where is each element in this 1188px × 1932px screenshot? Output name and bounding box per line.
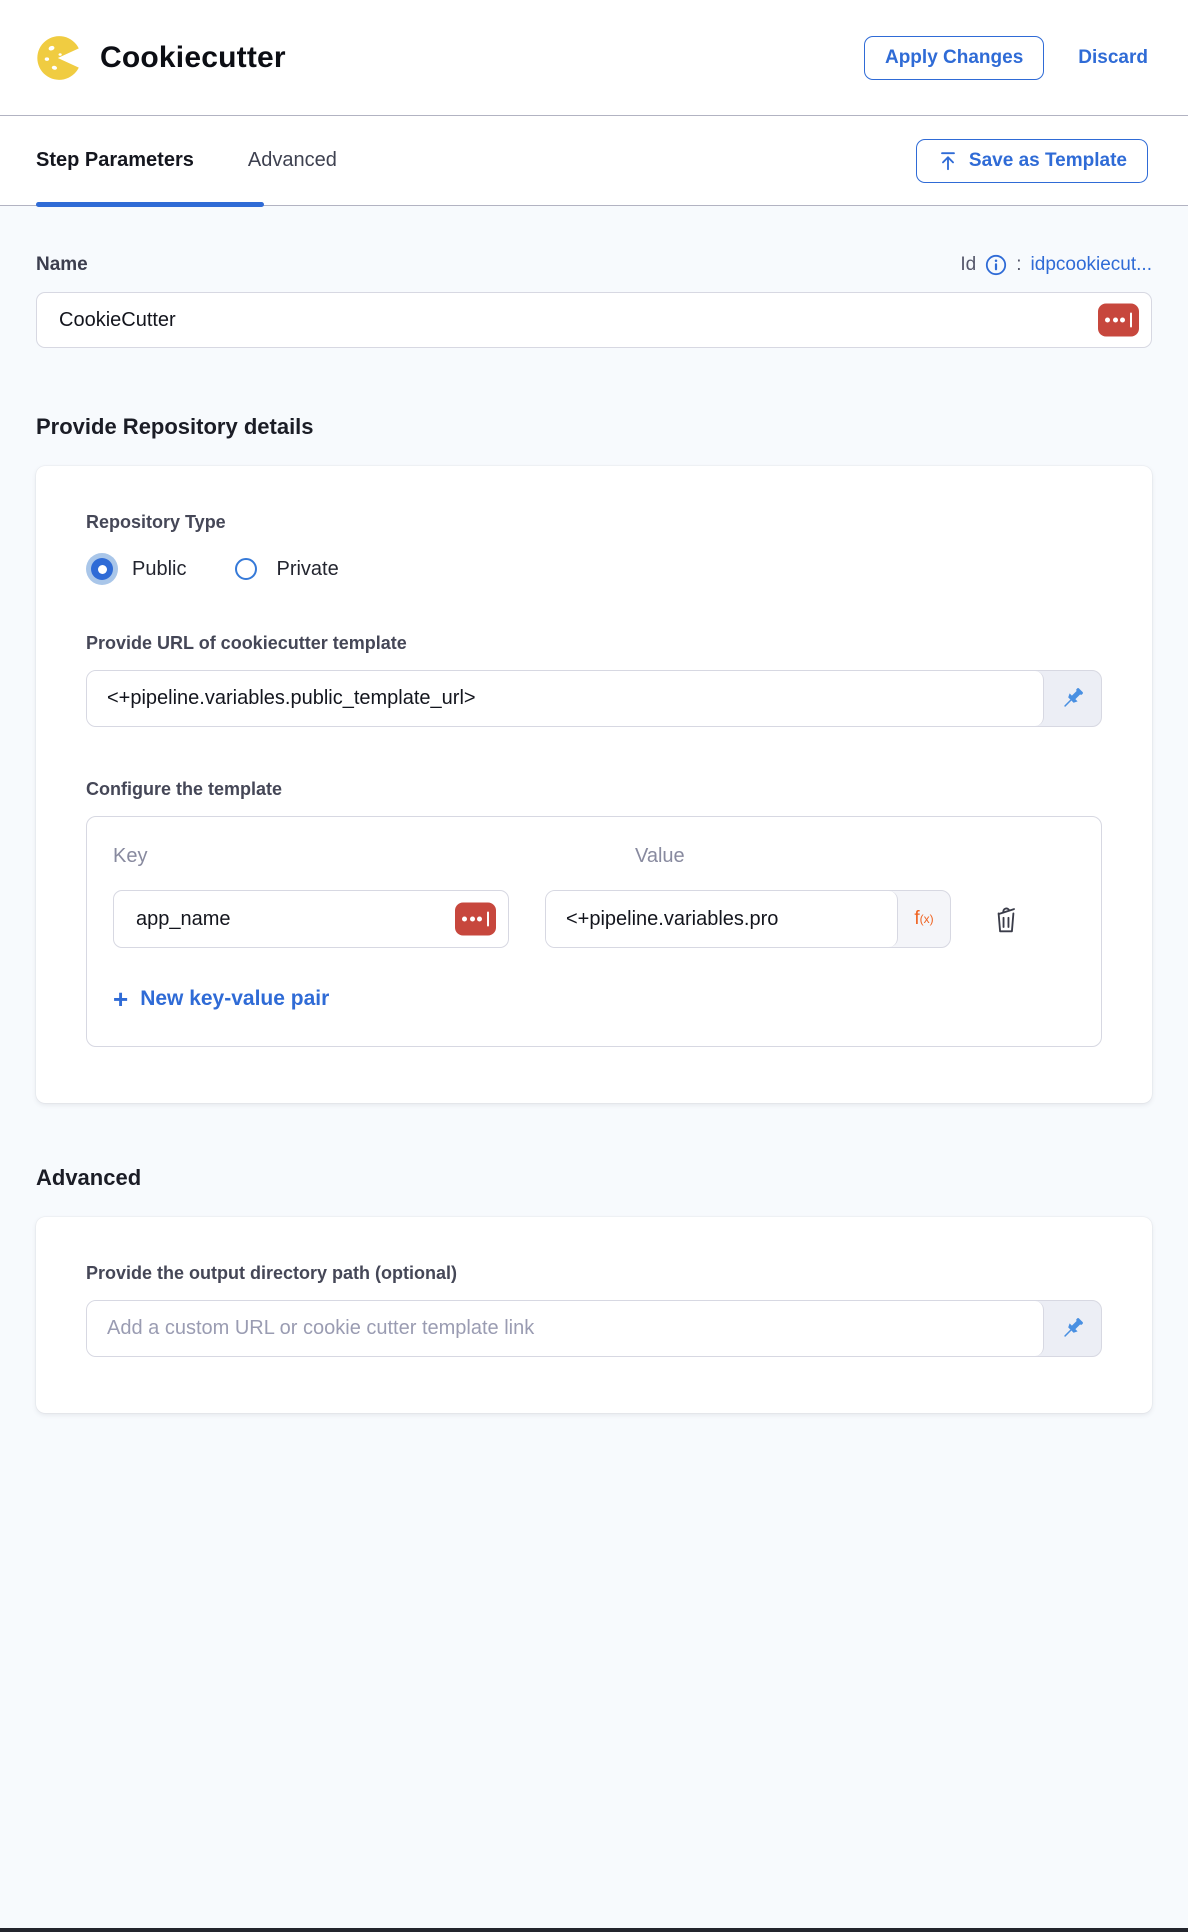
id-value-link[interactable]: idpcookiecut...	[1031, 254, 1152, 276]
pin-icon[interactable]	[1044, 1301, 1101, 1356]
configure-template-label: Configure the template	[86, 779, 1102, 800]
active-tab-indicator	[36, 202, 264, 207]
radio-private[interactable]: Private	[230, 553, 338, 585]
radio-selected-icon	[91, 558, 113, 580]
radio-unselected-icon	[235, 558, 257, 580]
page-title: Cookiecutter	[100, 41, 286, 75]
pin-icon[interactable]	[1044, 671, 1101, 726]
add-key-value-label: New key-value pair	[140, 987, 329, 1011]
apply-changes-label: Apply Changes	[885, 47, 1023, 69]
fx-sub: (x)	[920, 912, 934, 926]
output-directory-input[interactable]	[107, 1317, 1023, 1340]
advanced-card: Provide the output directory path (optio…	[36, 1217, 1152, 1413]
value-input-group: f(x)	[545, 890, 951, 948]
expression-fx-icon[interactable]: f(x)	[898, 891, 950, 947]
add-key-value-button[interactable]: + New key-value pair	[113, 986, 1075, 1012]
step-tabs-bar: Step Parameters Advanced Save as Templat…	[0, 116, 1188, 206]
template-url-field-wrap	[87, 671, 1044, 726]
upload-icon	[937, 150, 959, 172]
key-value-table: Key Value f(x)	[86, 816, 1102, 1047]
id-colon: :	[1016, 254, 1021, 276]
step-config-header: Cookiecutter Apply Changes Discard	[0, 0, 1188, 116]
tab-step-parameters[interactable]: Step Parameters	[36, 149, 194, 172]
trash-icon	[991, 903, 1021, 935]
repository-details-heading: Provide Repository details	[36, 414, 1152, 440]
key-input-wrap	[113, 890, 509, 948]
template-url-input[interactable]	[107, 687, 1023, 710]
step-parameters-panel: Name Id : idpcookiecut... Provide Reposi…	[0, 254, 1188, 1413]
cookiecutter-logo-icon	[36, 35, 82, 81]
repository-type-radio-group: Public Private	[86, 553, 1102, 585]
key-input[interactable]	[113, 890, 509, 948]
fixed-input-type-icon[interactable]	[1098, 304, 1139, 337]
id-label: Id	[960, 254, 976, 276]
apply-changes-button[interactable]: Apply Changes	[864, 36, 1044, 80]
save-as-template-button[interactable]: Save as Template	[916, 139, 1148, 183]
plus-icon: +	[113, 986, 128, 1012]
template-url-input-group	[86, 670, 1102, 727]
output-directory-label: Provide the output directory path (optio…	[86, 1263, 1102, 1284]
name-input[interactable]	[36, 292, 1152, 348]
fixed-input-type-icon[interactable]	[455, 903, 496, 936]
template-url-label: Provide URL of cookiecutter template	[86, 633, 1102, 654]
output-directory-input-group	[86, 1300, 1102, 1357]
value-input[interactable]	[566, 908, 877, 931]
discard-button[interactable]: Discard	[1078, 47, 1148, 69]
advanced-heading: Advanced	[36, 1165, 1152, 1191]
name-field-label: Name	[36, 254, 88, 276]
value-field-wrap	[546, 891, 898, 947]
output-directory-field-wrap	[87, 1301, 1044, 1356]
discard-label: Discard	[1078, 47, 1148, 68]
screen-bottom-edge	[0, 1928, 1188, 1932]
delete-row-button[interactable]	[991, 903, 1021, 935]
repository-type-label: Repository Type	[86, 512, 1102, 533]
radio-public[interactable]: Public	[86, 553, 186, 585]
key-value-row: f(x)	[113, 890, 1075, 948]
radio-private-label: Private	[276, 558, 338, 581]
tab-advanced[interactable]: Advanced	[248, 149, 337, 172]
id-info-icon[interactable]	[985, 254, 1007, 276]
key-column-header: Key	[113, 845, 509, 868]
value-column-header: Value	[545, 845, 951, 868]
repository-details-card: Repository Type Public Private Provide U…	[36, 466, 1152, 1103]
radio-public-label: Public	[132, 558, 186, 581]
save-as-template-label: Save as Template	[969, 150, 1127, 172]
